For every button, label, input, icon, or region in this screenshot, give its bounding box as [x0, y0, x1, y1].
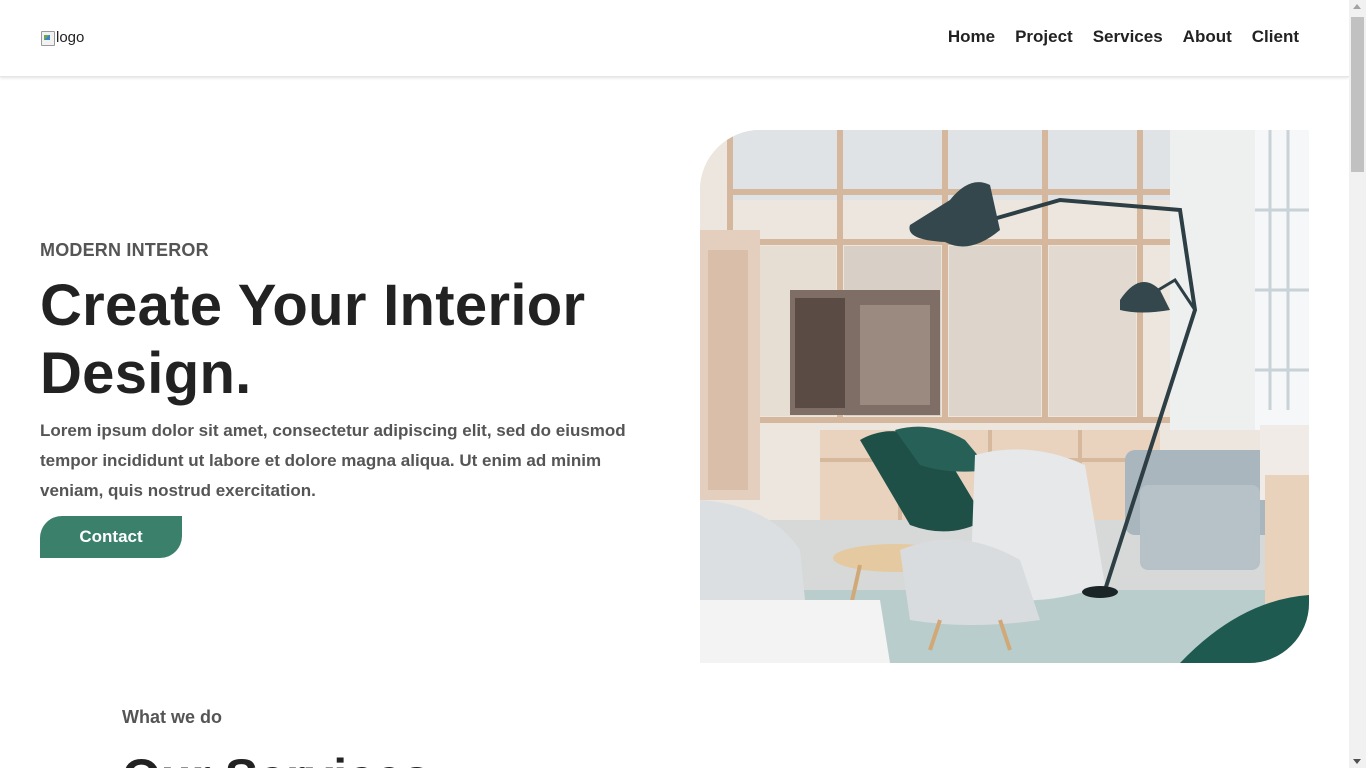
services-eyebrow: What we do [122, 707, 222, 727]
page: logo Home Project Services About Client … [0, 0, 1349, 768]
main-nav: Home Project Services About Client [948, 27, 1299, 47]
nav-client[interactable]: Client [1252, 27, 1299, 47]
hero-title: Create Your Interior Design. [40, 272, 640, 408]
page-scrollbar[interactable] [1349, 0, 1366, 768]
nav-home[interactable]: Home [948, 27, 995, 47]
services-title: Our Services [122, 748, 431, 768]
hero-description: Lorem ipsum dolor sit amet, consectetur … [40, 421, 626, 500]
interior-illustration [700, 130, 1309, 663]
nav-about[interactable]: About [1183, 27, 1232, 47]
hero-title-line-2: Design. [40, 341, 252, 406]
hero-interior-photo [700, 130, 1309, 663]
scroll-down-arrow-icon[interactable] [1353, 759, 1361, 764]
hero-title-line-1: Create Your Interior [40, 273, 586, 338]
nav-services[interactable]: Services [1093, 27, 1163, 47]
logo[interactable]: logo [40, 29, 84, 46]
hero-eyebrow: MODERN INTEROR [40, 240, 209, 260]
site-header: logo Home Project Services About Client [0, 0, 1349, 77]
logo-alt-text: logo [56, 29, 85, 46]
contact-button[interactable]: Contact [40, 516, 182, 558]
scroll-up-arrow-icon[interactable] [1353, 4, 1361, 9]
scrollbar-thumb[interactable] [1351, 17, 1364, 172]
broken-image-icon [40, 30, 56, 46]
nav-project[interactable]: Project [1015, 27, 1073, 47]
